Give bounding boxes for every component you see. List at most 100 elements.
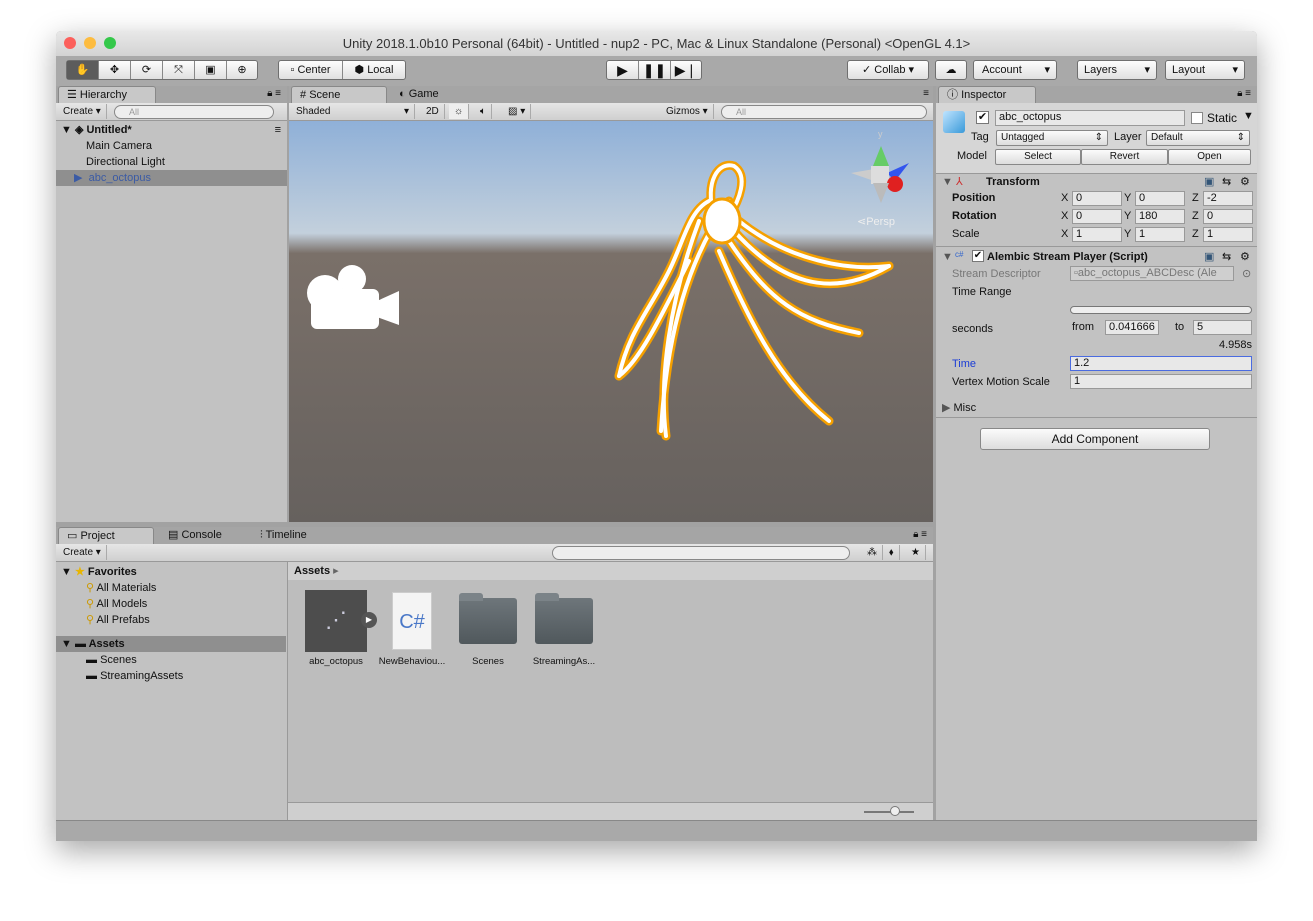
tab-project[interactable]: ▭ Project xyxy=(58,527,154,544)
alembic-foldout[interactable]: ▼ xyxy=(942,251,953,263)
asset-item[interactable]: C# NewBehaviou... xyxy=(374,586,450,667)
audio-icon[interactable]: 🔈︎ xyxy=(475,104,492,119)
time-field[interactable]: 1.2 xyxy=(1070,356,1252,371)
panel-menu-icon[interactable]: ≡ xyxy=(923,88,929,99)
lock-icon[interactable]: 🔒︎ ≡ xyxy=(267,88,281,99)
account-dropdown[interactable]: Account ▾ xyxy=(973,60,1057,80)
scale-tool-icon[interactable]: ⤧ xyxy=(163,61,195,79)
filter-type-icon[interactable]: ⁂ xyxy=(862,545,883,560)
hierarchy-item[interactable]: Main Camera xyxy=(56,138,152,154)
transform-z-field[interactable]: -2 xyxy=(1203,191,1253,206)
assets-root-selected[interactable]: ▼ ▬ Assets xyxy=(56,636,286,652)
scene-root[interactable]: ▼ ◈ Untitled* ≡ xyxy=(56,122,287,138)
zoom-button[interactable] xyxy=(104,37,116,49)
pause-button[interactable]: ❚❚ xyxy=(639,61,671,79)
gear-icon[interactable]: ⚙ xyxy=(1240,250,1250,263)
favorite-item[interactable]: ⚲ All Materials xyxy=(56,580,156,596)
filter-label-icon[interactable]: ⬧ xyxy=(884,545,900,560)
favorite-item[interactable]: ⚲ All Models xyxy=(56,596,147,612)
lock-icon[interactable]: 🔒︎ ≡ xyxy=(913,529,927,540)
step-button[interactable]: ▶❘ xyxy=(671,61,701,79)
transform-tool-icon[interactable]: ⊕ xyxy=(227,61,257,79)
minimize-button[interactable] xyxy=(84,37,96,49)
create-dropdown[interactable]: Create ▾ xyxy=(58,545,107,560)
time-range-slider[interactable] xyxy=(1070,306,1252,314)
close-button[interactable] xyxy=(64,37,76,49)
asset-item[interactable]: Scenes xyxy=(450,586,526,667)
transform-z-field[interactable]: 1 xyxy=(1203,227,1253,242)
object-picker-icon[interactable]: ⊙ xyxy=(1242,267,1251,280)
folder-item[interactable]: ▬ Scenes xyxy=(56,652,137,668)
tab-scene[interactable]: # Scene xyxy=(291,86,387,103)
folder-item[interactable]: ▬ StreamingAssets xyxy=(56,668,183,684)
pivot-local-button[interactable]: ⬢ Local xyxy=(343,61,405,79)
transform-y-field[interactable]: 0 xyxy=(1135,191,1185,206)
layout-dropdown[interactable]: Layout ▾ xyxy=(1165,60,1245,80)
transform-y-field[interactable]: 1 xyxy=(1135,227,1185,242)
model-select-button[interactable]: Select xyxy=(995,149,1081,165)
tab-hierarchy[interactable]: ☰ Hierarchy xyxy=(58,86,156,103)
rotate-tool-icon[interactable]: ⟳ xyxy=(131,61,163,79)
transform-foldout[interactable]: ▼ xyxy=(942,176,953,188)
pivot-center-button[interactable]: ▫ Center xyxy=(279,61,343,79)
lock-icon[interactable]: 🔒︎ ≡ xyxy=(1237,88,1251,99)
hierarchy-item[interactable]: Directional Light xyxy=(56,154,165,170)
lighting-icon[interactable]: ☼ xyxy=(449,104,470,119)
tab-console[interactable]: ▤ Console xyxy=(160,527,230,544)
breadcrumb-assets[interactable]: Assets xyxy=(294,565,330,577)
layers-dropdown[interactable]: Layers ▾ xyxy=(1077,60,1157,80)
transform-x-field[interactable]: 1 xyxy=(1072,227,1122,242)
transform-y-field[interactable]: 180 xyxy=(1135,209,1185,224)
static-checkbox[interactable] xyxy=(1191,112,1203,124)
tag-dropdown[interactable]: Untagged ⇕ xyxy=(996,130,1108,146)
slider-thumb[interactable] xyxy=(890,806,900,816)
favorite-star-icon[interactable]: ★ xyxy=(906,545,926,560)
gizmos-dropdown[interactable]: Gizmos ▾ xyxy=(661,104,714,119)
misc-foldout[interactable]: ▶ Misc xyxy=(942,401,976,414)
static-dropdown-icon[interactable]: ▼ xyxy=(1243,110,1254,122)
collab-button[interactable]: ✓ Collab ▾ xyxy=(847,60,929,80)
cloud-icon[interactable]: ☁ xyxy=(935,60,967,80)
preset-icon[interactable]: ⇆ xyxy=(1222,175,1231,188)
hierarchy-search[interactable]: All xyxy=(114,105,274,119)
rect-tool-icon[interactable]: ▣ xyxy=(195,61,227,79)
transform-x-field[interactable]: 0 xyxy=(1072,209,1122,224)
effects-icon[interactable]: ▨ ▾ xyxy=(503,104,532,119)
toggle-2d[interactable]: 2D xyxy=(421,104,445,119)
tab-game[interactable]: ◐ Game xyxy=(391,86,447,103)
hierarchy-item-selected[interactable]: ▶ abc_octopus xyxy=(56,170,287,186)
name-field[interactable]: abc_octopus xyxy=(995,110,1185,126)
play-button[interactable]: ▶ xyxy=(607,61,639,79)
alembic-enabled-checkbox[interactable]: ✔ xyxy=(972,250,984,262)
vertex-motion-scale-field[interactable]: 1 xyxy=(1070,374,1252,389)
add-component-button[interactable]: Add Component xyxy=(980,428,1210,450)
project-search[interactable] xyxy=(552,546,850,560)
scene-viewport[interactable]: y ⋖Persp xyxy=(289,121,933,522)
move-tool-icon[interactable]: ✥ xyxy=(99,61,131,79)
from-field[interactable]: 0.041666 xyxy=(1105,320,1159,335)
projection-toggle[interactable]: ⋖Persp xyxy=(857,215,895,228)
model-open-button[interactable]: Open xyxy=(1168,149,1251,165)
scene-search[interactable]: All xyxy=(721,105,927,119)
transform-z-field[interactable]: 0 xyxy=(1203,209,1253,224)
asset-item[interactable]: ▶ ⋰ abc_octopus xyxy=(298,586,377,667)
to-field[interactable]: 5 xyxy=(1193,320,1252,335)
help-icon[interactable]: ▣ xyxy=(1204,250,1214,263)
favorite-item[interactable]: ⚲ All Prefabs xyxy=(56,612,150,628)
hand-tool-icon[interactable]: ✋ xyxy=(67,61,99,79)
active-checkbox[interactable]: ✔ xyxy=(976,111,989,124)
asset-item[interactable]: StreamingAs... xyxy=(526,586,602,667)
stream-descriptor-field[interactable]: ▫abc_octopus_ABCDesc (Ale xyxy=(1070,266,1234,281)
transform-x-field[interactable]: 0 xyxy=(1072,191,1122,206)
model-revert-button[interactable]: Revert xyxy=(1081,149,1168,165)
layer-dropdown[interactable]: Default ⇕ xyxy=(1146,130,1250,146)
tab-inspector[interactable]: ⓘ Inspector xyxy=(938,86,1036,103)
icon-size-slider[interactable] xyxy=(864,811,914,813)
preset-icon[interactable]: ⇆ xyxy=(1222,250,1231,263)
help-icon[interactable]: ▣ xyxy=(1204,175,1214,188)
gear-icon[interactable]: ⚙ xyxy=(1240,175,1250,188)
create-dropdown[interactable]: Create ▾ xyxy=(58,104,107,119)
favorites-foldout[interactable]: ▼ ★ Favorites xyxy=(56,564,137,580)
shading-dropdown[interactable]: Shaded ▾ xyxy=(291,104,415,119)
tab-timeline[interactable]: ⫶ Timeline xyxy=(252,527,315,544)
